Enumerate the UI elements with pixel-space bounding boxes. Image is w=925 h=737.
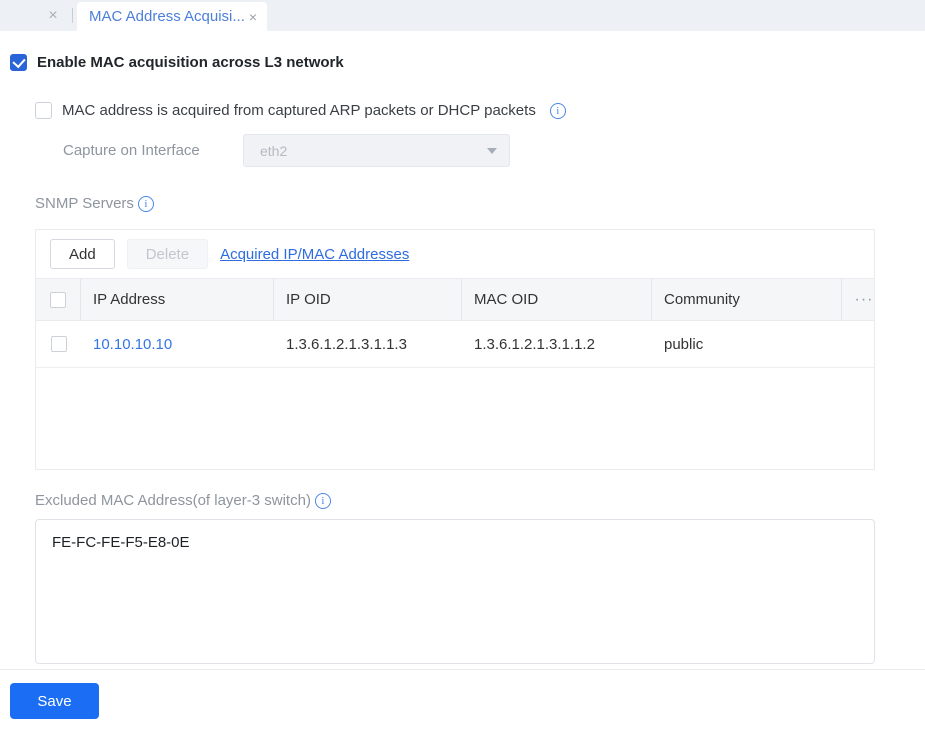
info-icon[interactable] bbox=[137, 195, 154, 212]
select-all-cell bbox=[36, 279, 81, 320]
more-columns-icon[interactable]: ··· bbox=[842, 279, 874, 320]
snmp-servers-label: SNMP Servers bbox=[35, 195, 134, 212]
excluded-mac-label: Excluded MAC Address(of layer-3 switch) bbox=[35, 492, 311, 509]
acquired-ip-mac-link[interactable]: Acquired IP/MAC Addresses bbox=[220, 246, 409, 263]
capture-interface-label: Capture on Interface bbox=[63, 142, 200, 159]
capture-interface-select[interactable]: eth2 bbox=[243, 134, 510, 167]
capture-interface-value: eth2 bbox=[260, 142, 288, 159]
table-header: IP Address IP OID MAC OID Community ··· bbox=[36, 278, 874, 321]
tab-close-icon[interactable]: × bbox=[249, 9, 257, 25]
enable-mac-label: Enable MAC acquisition across L3 network bbox=[37, 54, 344, 71]
row-checkbox[interactable] bbox=[50, 336, 67, 352]
tab-mac-address-acquisition[interactable]: MAC Address Acquisi... × bbox=[77, 2, 268, 31]
info-icon[interactable] bbox=[314, 492, 331, 509]
column-header-community: Community bbox=[652, 279, 842, 320]
table-row: 10.10.10.10 1.3.6.1.2.1.3.1.1.3 1.3.6.1.… bbox=[36, 321, 874, 368]
arp-dhcp-row: MAC address is acquired from captured AR… bbox=[35, 102, 925, 119]
close-icon[interactable]: × bbox=[38, 0, 68, 31]
column-header-mac-oid: MAC OID bbox=[462, 279, 652, 320]
save-button[interactable]: Save bbox=[10, 683, 99, 719]
snmp-toolbar: Add Delete Acquired IP/MAC Addresses bbox=[36, 230, 874, 278]
row-community: public bbox=[664, 335, 704, 353]
arp-dhcp-label: MAC address is acquired from captured AR… bbox=[62, 102, 536, 119]
chevron-down-icon bbox=[487, 147, 497, 154]
column-header-ip-oid: IP OID bbox=[274, 279, 462, 320]
arp-dhcp-checkbox[interactable] bbox=[35, 102, 52, 119]
row-ip-address-link[interactable]: 10.10.10.10 bbox=[93, 336, 172, 353]
excluded-mac-textarea[interactable]: FE-FC-FE-F5-E8-0E bbox=[35, 519, 875, 664]
row-ip-oid: 1.3.6.1.2.1.3.1.1.3 bbox=[286, 335, 407, 353]
tab-label: MAC Address Acquisi... bbox=[89, 8, 245, 25]
tab-separator bbox=[72, 8, 73, 23]
enable-mac-checkbox[interactable] bbox=[10, 54, 27, 71]
column-header-ip-address: IP Address bbox=[81, 279, 274, 320]
capture-interface-row: Capture on Interface eth2 bbox=[63, 134, 925, 167]
snmp-servers-panel: Add Delete Acquired IP/MAC Addresses IP … bbox=[35, 229, 875, 470]
row-select-cell bbox=[36, 336, 81, 352]
info-icon[interactable] bbox=[549, 102, 566, 119]
add-button[interactable]: Add bbox=[50, 239, 115, 269]
page-content: Enable MAC acquisition across L3 network… bbox=[0, 54, 925, 664]
row-mac-oid: 1.3.6.1.2.1.3.1.1.2 bbox=[474, 335, 595, 353]
excluded-mac-heading: Excluded MAC Address(of layer-3 switch) bbox=[35, 492, 925, 509]
enable-mac-row: Enable MAC acquisition across L3 network bbox=[10, 54, 925, 71]
snmp-servers-heading: SNMP Servers bbox=[35, 195, 925, 212]
select-all-checkbox[interactable] bbox=[50, 291, 66, 308]
delete-button[interactable]: Delete bbox=[126, 239, 209, 269]
tab-bar: × MAC Address Acquisi... × bbox=[0, 0, 925, 31]
